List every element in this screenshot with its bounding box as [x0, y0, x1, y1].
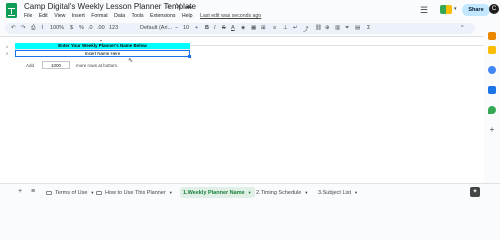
functions-icon[interactable]: Σ	[367, 25, 370, 31]
number-format-select[interactable]: 123	[109, 25, 118, 31]
chevron-down-icon[interactable]: ▼	[90, 190, 94, 195]
chevron-down-icon[interactable]: ▼	[354, 190, 358, 195]
text-wrap-icon[interactable]: ↵	[293, 25, 298, 31]
tab-label: Terms of Use	[55, 190, 88, 196]
move-icon[interactable]: ⇲	[175, 3, 181, 10]
tab-terms-of-use[interactable]: Terms of Use ▼	[46, 187, 94, 198]
sheet-grid[interactable]: ▾ 1 2 Enter Your Weekly Planner's Name B…	[0, 36, 484, 183]
font-size-decrease-icon[interactable]: −	[175, 25, 178, 31]
tab-label: How to Use This Planner	[105, 190, 166, 196]
align-horizontal-icon[interactable]: ≡	[273, 25, 276, 31]
avatar[interactable]: C	[489, 4, 499, 14]
maps-icon[interactable]	[488, 106, 496, 114]
tab-subject-list[interactable]: 3.Subject List ▼	[318, 187, 358, 198]
currency-button[interactable]: $	[70, 25, 73, 31]
strikethrough-button[interactable]: S	[222, 25, 226, 31]
toolbar: ↶ ↷ ⎙ ⌇ 100% $ % .0 .00 123 Default (Ari…	[5, 23, 475, 34]
tab-how-to-use[interactable]: How to Use This Planner ▼	[96, 187, 173, 198]
filter-views-icon[interactable]: ▤	[355, 25, 360, 31]
percent-button[interactable]: %	[79, 25, 84, 31]
chevron-down-icon[interactable]: ▼	[169, 190, 173, 195]
chevron-down-icon[interactable]: ▼	[304, 190, 308, 195]
borders-icon[interactable]: ▦	[251, 25, 256, 31]
menu-edit[interactable]: Edit	[39, 13, 48, 19]
row-header-2[interactable]: 2	[0, 50, 14, 58]
add-on-plus-icon[interactable]: +	[488, 126, 496, 134]
last-edit-link[interactable]: Last edit was seconds ago	[200, 13, 261, 19]
tab-timing-schedule[interactable]: 2.Timing Schedule ▼	[256, 187, 308, 198]
zoom-select[interactable]: 100%	[50, 25, 64, 31]
keep-icon[interactable]	[488, 46, 496, 54]
explore-icon[interactable]: ✦	[470, 187, 480, 197]
tab-label: 1.Weekly Planner Name	[183, 190, 245, 196]
chevron-down-icon[interactable]: ▼	[248, 190, 252, 195]
undo-icon[interactable]: ↶	[11, 25, 16, 31]
comment-history-icon[interactable]: ☰	[420, 5, 428, 16]
text-rotation-icon[interactable]: ⤴	[303, 25, 309, 33]
share-button[interactable]: Share	[462, 4, 490, 16]
link-icon[interactable]: ⛓	[315, 25, 322, 31]
menu-insert[interactable]: Insert	[72, 13, 85, 19]
star-icon[interactable]: ☆	[165, 3, 171, 10]
align-vertical-icon[interactable]: ⊥	[283, 25, 288, 31]
all-sheets-icon[interactable]: ≡	[31, 188, 35, 195]
menu-format[interactable]: Format	[91, 13, 107, 19]
menu-extensions[interactable]: Extensions	[150, 13, 175, 19]
print-icon[interactable]: ⎙	[31, 25, 35, 32]
menu-bar: File Edit View Insert Format Data Tools …	[24, 13, 266, 19]
mouse-cursor-icon: ⇖	[128, 58, 134, 64]
tab-label: 3.Subject List	[318, 190, 352, 196]
redo-icon[interactable]: ↷	[21, 25, 26, 31]
menu-file[interactable]: File	[24, 13, 32, 19]
italic-button[interactable]: I	[214, 25, 216, 31]
side-panel: +	[484, 22, 500, 192]
decrease-decimal-button[interactable]: .0	[88, 25, 93, 31]
fill-color-icon[interactable]: ◈	[241, 25, 245, 31]
sheets-logo-icon[interactable]	[6, 3, 17, 18]
sheet-lock-icon	[96, 190, 102, 195]
tab-label: 2.Timing Schedule	[256, 190, 302, 196]
tasks-icon[interactable]	[488, 66, 496, 74]
bold-button[interactable]: B	[205, 25, 209, 31]
cloud-status-icon[interactable]: ☁	[185, 3, 192, 10]
contacts-icon[interactable]	[488, 86, 496, 94]
sheet-tab-bar: + ≡ Terms of Use ▼ How to Use This Planne…	[0, 183, 500, 200]
add-rows-suffix: more rows at bottom.	[76, 63, 119, 68]
planner-name-cell[interactable]: Insert Name Here	[15, 50, 190, 57]
sheet-lock-icon	[46, 190, 52, 195]
menu-help[interactable]: Help	[182, 13, 193, 19]
text-color-button[interactable]: A	[231, 25, 235, 31]
chart-icon[interactable]: ▥	[335, 25, 340, 31]
font-select[interactable]: Default (Ari...	[140, 25, 172, 31]
tab-weekly-planner-name[interactable]: 1.Weekly Planner Name ▼	[180, 187, 255, 198]
header-banner-cell[interactable]: Enter Your Weekly Planner's Name Below	[15, 43, 190, 49]
add-rows-button[interactable]: Add	[22, 62, 38, 69]
meet-icon[interactable]	[440, 5, 452, 14]
title-icons: ☆ ⇲ ☁	[165, 2, 196, 10]
font-size-increase-icon[interactable]: +	[195, 25, 198, 31]
merge-cells-icon[interactable]: ⊞	[261, 25, 266, 31]
chevron-down-icon[interactable]: ▾	[454, 6, 457, 12]
top-right-controls: ☰ ▾ Share C	[410, 0, 500, 22]
menu-tools[interactable]: Tools	[131, 13, 143, 19]
title-bar: Camp Digital's Weekly Lesson Planner Tem…	[0, 0, 500, 22]
row-header-1[interactable]: 1	[0, 43, 14, 50]
collapse-toolbar-button[interactable]: ^	[461, 25, 464, 31]
filter-icon[interactable]: ⏷	[345, 25, 349, 32]
increase-decimal-button[interactable]: .00	[97, 25, 105, 31]
formula-divider	[0, 36, 484, 37]
menu-data[interactable]: Data	[114, 13, 125, 19]
fill-handle[interactable]	[188, 55, 191, 58]
add-sheet-icon[interactable]: +	[18, 188, 22, 195]
comment-icon[interactable]: ⊕	[325, 25, 330, 31]
rows-count-input[interactable]: 1000	[42, 61, 70, 69]
menu-view[interactable]: View	[54, 13, 65, 19]
font-size-input[interactable]: 10	[183, 25, 189, 31]
calendar-icon[interactable]	[488, 32, 496, 40]
paint-format-icon[interactable]: ⌇	[41, 25, 44, 31]
